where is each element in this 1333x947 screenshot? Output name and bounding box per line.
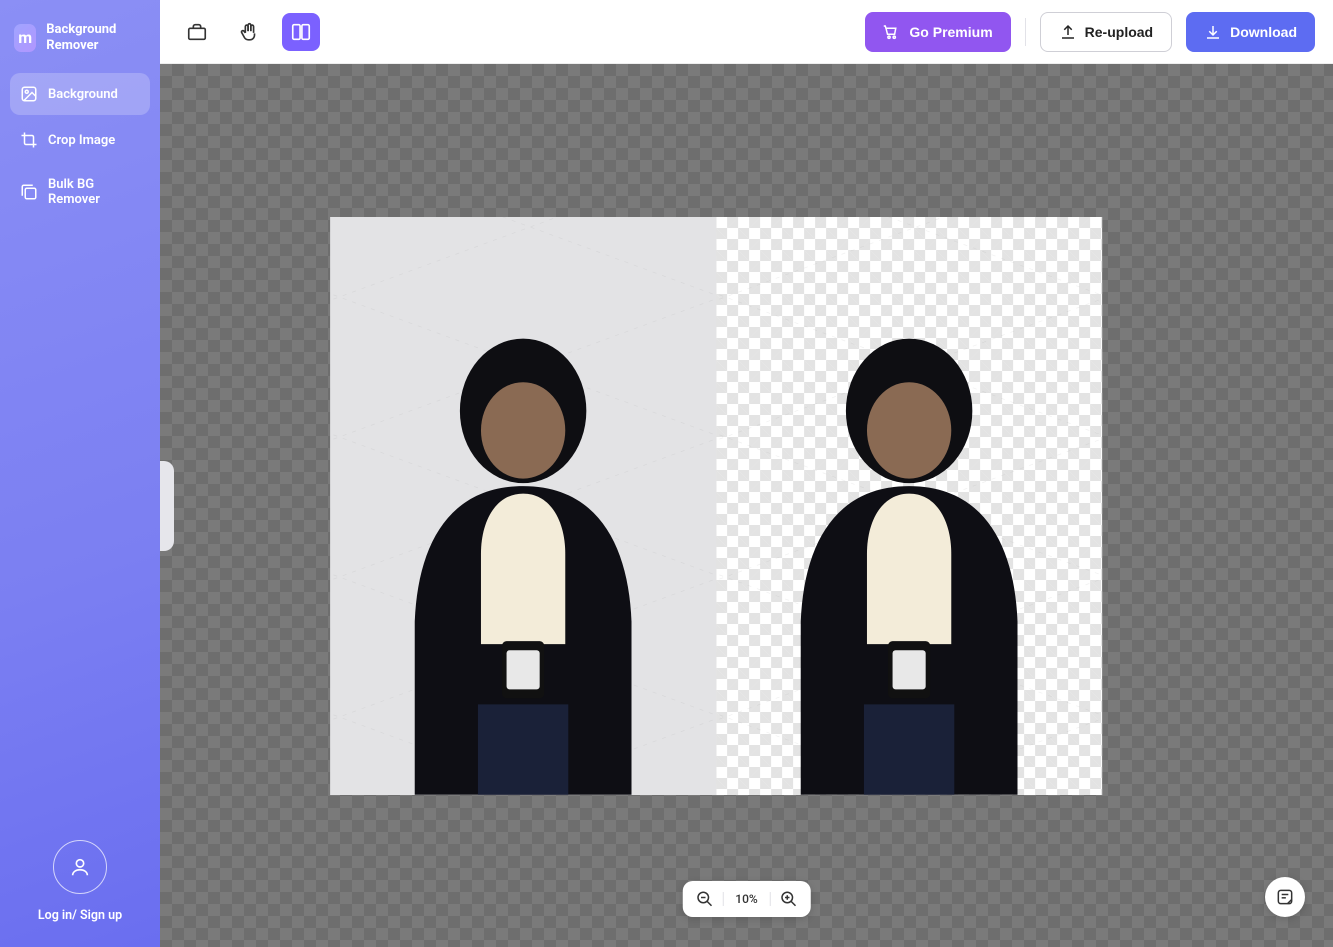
divider [722, 892, 723, 906]
main-area: Go Premium Re-upload Download [160, 0, 1333, 947]
sidebar-footer: Log in/ Sign up [0, 820, 160, 947]
sidebar-nav: Background Crop Image Bulk BG Remover [0, 73, 160, 219]
person-silhouette-icon [372, 313, 673, 795]
sidebar-item-label: Bulk BG Remover [48, 177, 140, 207]
button-label: Go Premium [909, 24, 992, 40]
button-label: Download [1230, 24, 1297, 40]
compare-icon [290, 21, 312, 43]
feedback-button[interactable] [1265, 877, 1305, 917]
brand-title: Background Remover [46, 22, 146, 53]
reupload-button[interactable]: Re-upload [1040, 12, 1172, 52]
sidebar-item-bulk[interactable]: Bulk BG Remover [10, 165, 150, 219]
zoom-out-icon [695, 890, 713, 908]
topbar: Go Premium Re-upload Download [160, 0, 1333, 64]
result-image-panel [716, 217, 1102, 795]
button-label: Re-upload [1085, 24, 1153, 40]
crop-icon [20, 131, 38, 149]
sidebar-item-label: Background [48, 87, 118, 102]
divider [770, 892, 771, 906]
download-icon [1204, 23, 1222, 41]
user-avatar-placeholder[interactable] [53, 840, 107, 894]
image-icon [20, 85, 38, 103]
sidebar-item-background[interactable]: Background [10, 73, 150, 115]
zoom-in-button[interactable] [777, 887, 801, 911]
go-premium-button[interactable]: Go Premium [865, 12, 1010, 52]
zoom-value: 10% [729, 892, 763, 906]
tool-compare[interactable] [282, 13, 320, 51]
person-silhouette-icon [758, 313, 1059, 795]
download-button[interactable]: Download [1186, 12, 1315, 52]
zoom-control: 10% [682, 881, 810, 917]
briefcase-icon [186, 21, 208, 43]
sidebar-item-crop[interactable]: Crop Image [10, 119, 150, 161]
tool-hand[interactable] [230, 13, 268, 51]
sidebar: m Background Remover Background Crop Ima… [0, 0, 160, 947]
tool-group [178, 13, 320, 51]
divider [1025, 18, 1026, 46]
user-icon [69, 856, 91, 878]
brand-logo-icon: m [14, 24, 36, 52]
cart-icon [883, 23, 901, 41]
login-signup-link[interactable]: Log in/ Sign up [10, 908, 150, 923]
tool-export-icon[interactable] [178, 13, 216, 51]
sidebar-item-label: Crop Image [48, 133, 115, 148]
hand-icon [238, 21, 260, 43]
zoom-out-button[interactable] [692, 887, 716, 911]
zoom-in-icon [780, 890, 798, 908]
panel-expand-handle[interactable] [160, 461, 174, 551]
original-image-panel [330, 217, 716, 795]
note-icon [1275, 887, 1295, 907]
upload-icon [1059, 23, 1077, 41]
topbar-right: Go Premium Re-upload Download [865, 12, 1315, 52]
canvas[interactable]: 10% [160, 64, 1333, 947]
stack-icon [20, 183, 38, 201]
brand: m Background Remover [0, 0, 160, 73]
image-compare-pair [330, 217, 1102, 795]
